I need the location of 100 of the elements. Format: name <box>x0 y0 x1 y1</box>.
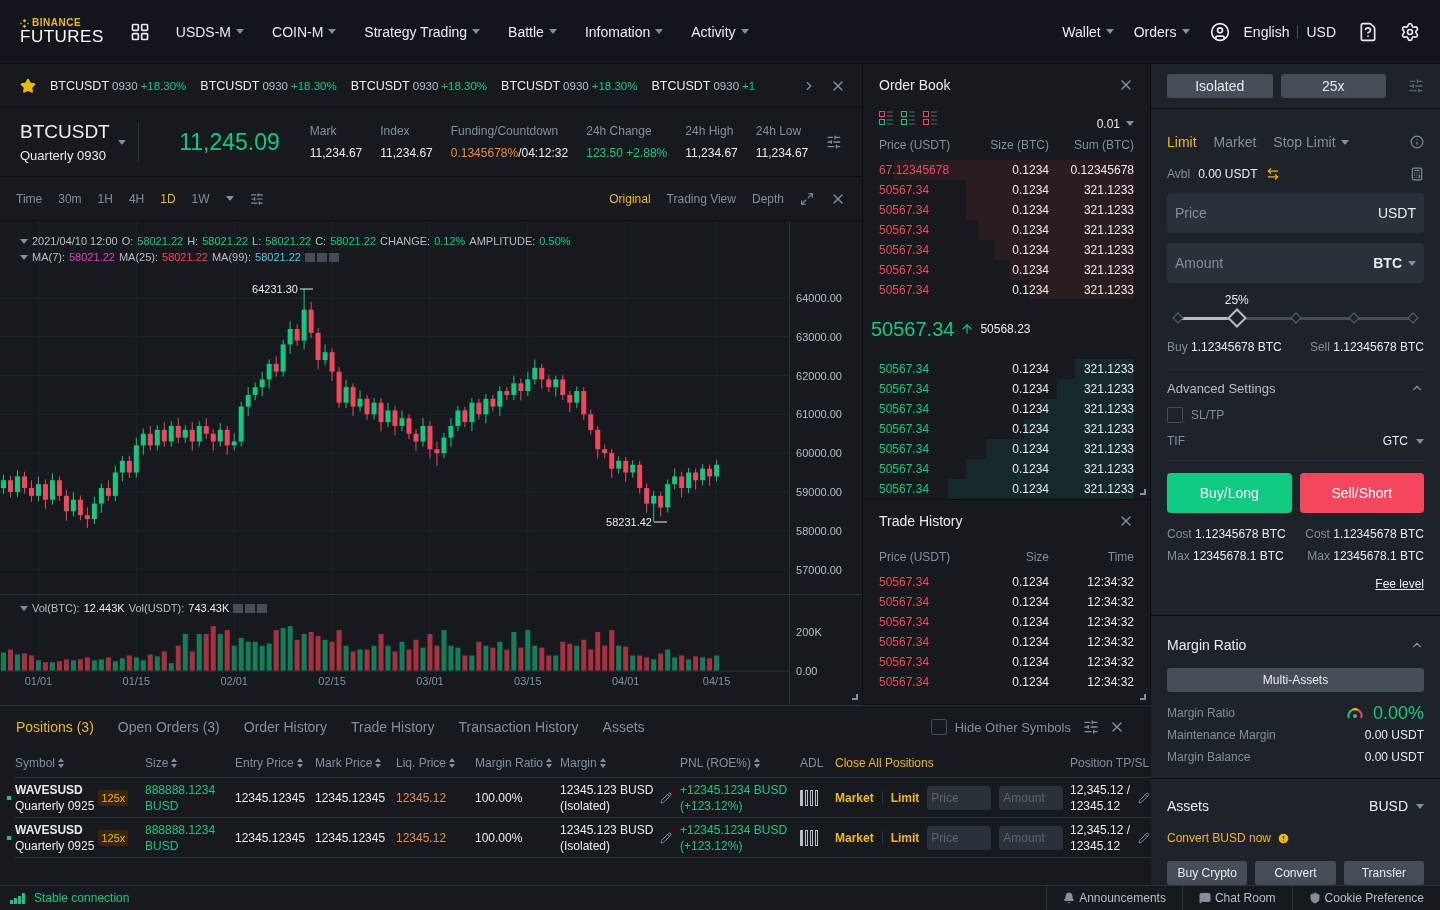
footer-link[interactable]: Announcements <box>1046 886 1182 910</box>
footer-link[interactable]: Chat Room <box>1181 886 1292 910</box>
nav-menu-item[interactable]: COIN-M <box>272 23 337 40</box>
sell-short-button[interactable]: Sell/Short <box>1299 473 1424 513</box>
checkbox[interactable] <box>1167 407 1183 423</box>
margin-mode-button[interactable]: Isolated <box>1167 74 1273 98</box>
bid-row[interactable]: 50567.34 0.1234 321.1233 <box>879 379 1134 400</box>
help-icon[interactable] <box>1358 21 1378 42</box>
footer-link[interactable]: Cookie Preference <box>1291 886 1440 910</box>
interval-tab[interactable]: 1H <box>97 191 113 206</box>
price-input[interactable]: Price <box>927 785 992 810</box>
column-header[interactable]: Margin <box>560 755 680 770</box>
order-book-asks-icon[interactable] <box>923 110 937 125</box>
positions-tab[interactable]: Assets <box>602 719 645 735</box>
resize-handle[interactable] <box>1140 694 1146 700</box>
asset-action-button[interactable]: Buy Crypto <box>1167 861 1248 885</box>
interval-tab[interactable]: Time <box>16 191 43 206</box>
nav-menu-item[interactable]: Wallet <box>1062 23 1114 40</box>
expand-icon[interactable] <box>800 191 814 206</box>
order-book-bids-icon[interactable] <box>901 110 915 125</box>
column-header[interactable]: Symbol <box>15 755 145 770</box>
market-close-button[interactable]: Market <box>835 830 883 845</box>
order-type-tab[interactable]: Limit <box>1167 134 1197 150</box>
app-grid-icon[interactable] <box>129 21 150 42</box>
column-header[interactable]: Liq. Price <box>396 755 475 770</box>
checkbox[interactable] <box>930 719 947 735</box>
limit-close-button[interactable]: Limit <box>890 790 928 805</box>
edit-icon[interactable] <box>660 791 672 804</box>
bid-row[interactable]: 50567.34 0.1234 321.1233 <box>879 439 1134 460</box>
interval-tab[interactable]: 4H <box>128 191 145 206</box>
positions-tab[interactable]: Transaction History <box>458 719 579 735</box>
amount-input[interactable]: Amount <box>999 825 1064 850</box>
asset-selector[interactable]: BUSD <box>1369 798 1424 814</box>
settings-sliders-icon[interactable] <box>1083 719 1099 735</box>
edit-icon[interactable] <box>1138 791 1150 804</box>
interval-tab[interactable]: 30m <box>58 191 82 206</box>
price-input[interactable]: Price <box>927 825 992 850</box>
bid-row[interactable]: 50567.34 0.1234 321.1233 <box>879 399 1134 420</box>
order-type-tab[interactable]: Stop Limit <box>1273 134 1349 150</box>
ask-row[interactable]: 50567.34 0.1234 321.1233 <box>879 179 1134 200</box>
tif-selector[interactable]: GTC <box>1382 434 1424 448</box>
language-selector[interactable]: English <box>1243 23 1290 40</box>
ask-row[interactable]: 50567.34 0.1234 321.1233 <box>879 199 1134 220</box>
limit-close-button[interactable]: Limit <box>890 830 928 845</box>
order-type-tab[interactable]: Market <box>1213 134 1257 150</box>
edit-icon[interactable] <box>660 831 672 844</box>
bid-row[interactable]: 50567.34 0.1234 321.1233 <box>879 359 1134 380</box>
ask-row[interactable]: 50567.34 0.1234 321.1233 <box>879 219 1134 240</box>
binance-futures-logo[interactable]: BINANCE FUTURES <box>20 18 104 45</box>
ask-row[interactable]: 50567.34 0.1234 321.1233 <box>879 239 1134 260</box>
column-header[interactable]: Size <box>145 755 235 770</box>
info-icon[interactable] <box>1410 135 1424 149</box>
settings-icon[interactable] <box>1400 21 1420 42</box>
ticker-symbol[interactable]: BTCUSDT <box>651 78 711 93</box>
currency-selector[interactable]: USD <box>1306 23 1336 40</box>
settings-sliders-icon[interactable] <box>826 134 842 150</box>
interval-tab[interactable]: 1W <box>191 191 210 206</box>
nav-menu-item[interactable]: Strategy Trading <box>364 23 481 40</box>
ask-row[interactable]: 67.12345678 0.1234 0.12345678 <box>879 159 1134 180</box>
amount-input[interactable]: Amount <box>999 785 1064 810</box>
column-header[interactable]: Mark Price <box>315 755 396 770</box>
convert-link[interactable]: Convert BUSD now <box>1167 831 1272 845</box>
leverage-button[interactable]: 25x <box>1280 74 1386 98</box>
ticker-symbol[interactable]: BTCUSDT <box>50 78 110 93</box>
nav-menu-item[interactable]: Activity <box>691 23 749 40</box>
asset-action-button[interactable]: Convert <box>1255 861 1336 885</box>
positions-tab[interactable]: Trade History <box>351 719 435 735</box>
chart-view-tab[interactable]: Original <box>609 191 651 206</box>
resize-handle[interactable] <box>852 694 858 700</box>
asset-action-button[interactable]: Transfer <box>1343 861 1424 885</box>
order-book-both-icon[interactable] <box>879 110 893 125</box>
ask-row[interactable]: 50567.34 0.1234 321.1233 <box>879 279 1134 300</box>
positions-tab[interactable]: Order History <box>243 719 327 735</box>
positions-tab[interactable]: Open Orders (3) <box>117 719 220 735</box>
transfer-icon[interactable] <box>1265 167 1280 181</box>
edit-icon[interactable] <box>1138 831 1150 844</box>
ticker-symbol[interactable]: BTCUSDT <box>350 78 410 93</box>
bid-row[interactable]: 50567.34 0.1234 321.1233 <box>879 459 1134 480</box>
currency-selector[interactable]: BTC <box>1373 255 1416 271</box>
column-header[interactable]: PNL (ROE%) <box>680 755 800 770</box>
fee-level-link[interactable]: Fee level <box>1375 577 1424 591</box>
star-icon[interactable] <box>20 77 36 94</box>
bid-row[interactable]: 50567.34 0.1234 321.1233 <box>879 479 1134 499</box>
market-close-button[interactable]: Market <box>835 790 883 805</box>
indicator-settings-icon[interactable] <box>249 191 264 206</box>
nav-menu-item[interactable]: USDS-M <box>175 23 244 40</box>
nav-menu-item[interactable]: Battle <box>508 23 557 40</box>
bid-row[interactable]: 50567.34 0.1234 321.1233 <box>879 419 1134 440</box>
resize-handle[interactable] <box>1140 489 1146 495</box>
nav-menu-item[interactable]: Infomation <box>584 23 664 40</box>
multi-assets-button[interactable]: Multi-Assets <box>1167 668 1424 692</box>
calculator-icon[interactable] <box>1410 167 1424 181</box>
close-all-link[interactable]: Close All Positions <box>835 755 1070 770</box>
settings-sliders-icon[interactable] <box>1408 78 1424 94</box>
ticker-symbol[interactable]: BTCUSDT <box>200 78 260 93</box>
interval-tab[interactable]: 1D <box>160 191 176 206</box>
ticker-symbol[interactable]: BTCUSDT <box>501 78 561 93</box>
column-header[interactable]: Entry Price <box>235 755 315 770</box>
positions-tab[interactable]: Positions (3) <box>16 719 94 735</box>
column-header[interactable]: Margin Ratio <box>475 755 560 770</box>
